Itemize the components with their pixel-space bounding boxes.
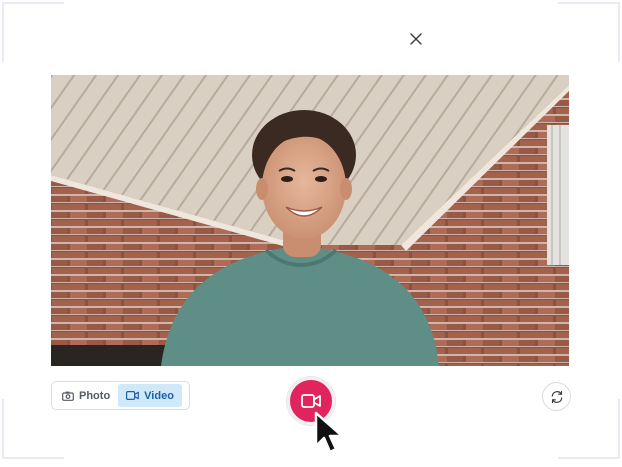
photo-mode-button[interactable]: Photo [54,384,118,407]
photo-mode-label: Photo [79,389,111,402]
camera-preview [51,75,569,366]
camera-icon [62,391,74,401]
frame-corner-top-right [558,2,620,62]
frame-corner-bottom-right [558,399,620,459]
video-camera-icon [126,391,140,400]
refresh-icon [551,390,562,403]
video-mode-label: Video [144,389,174,402]
video-mode-button[interactable]: Video [118,384,182,407]
capture-mode-toggle: Photo Video [51,381,190,410]
close-icon [410,33,422,45]
mouse-pointer-icon [314,411,344,454]
flip-camera-button[interactable] [542,382,571,411]
close-button[interactable] [406,29,426,49]
camera-feed-image [51,75,569,366]
video-camera-icon [301,394,321,408]
frame-corner-top-left [2,2,64,62]
